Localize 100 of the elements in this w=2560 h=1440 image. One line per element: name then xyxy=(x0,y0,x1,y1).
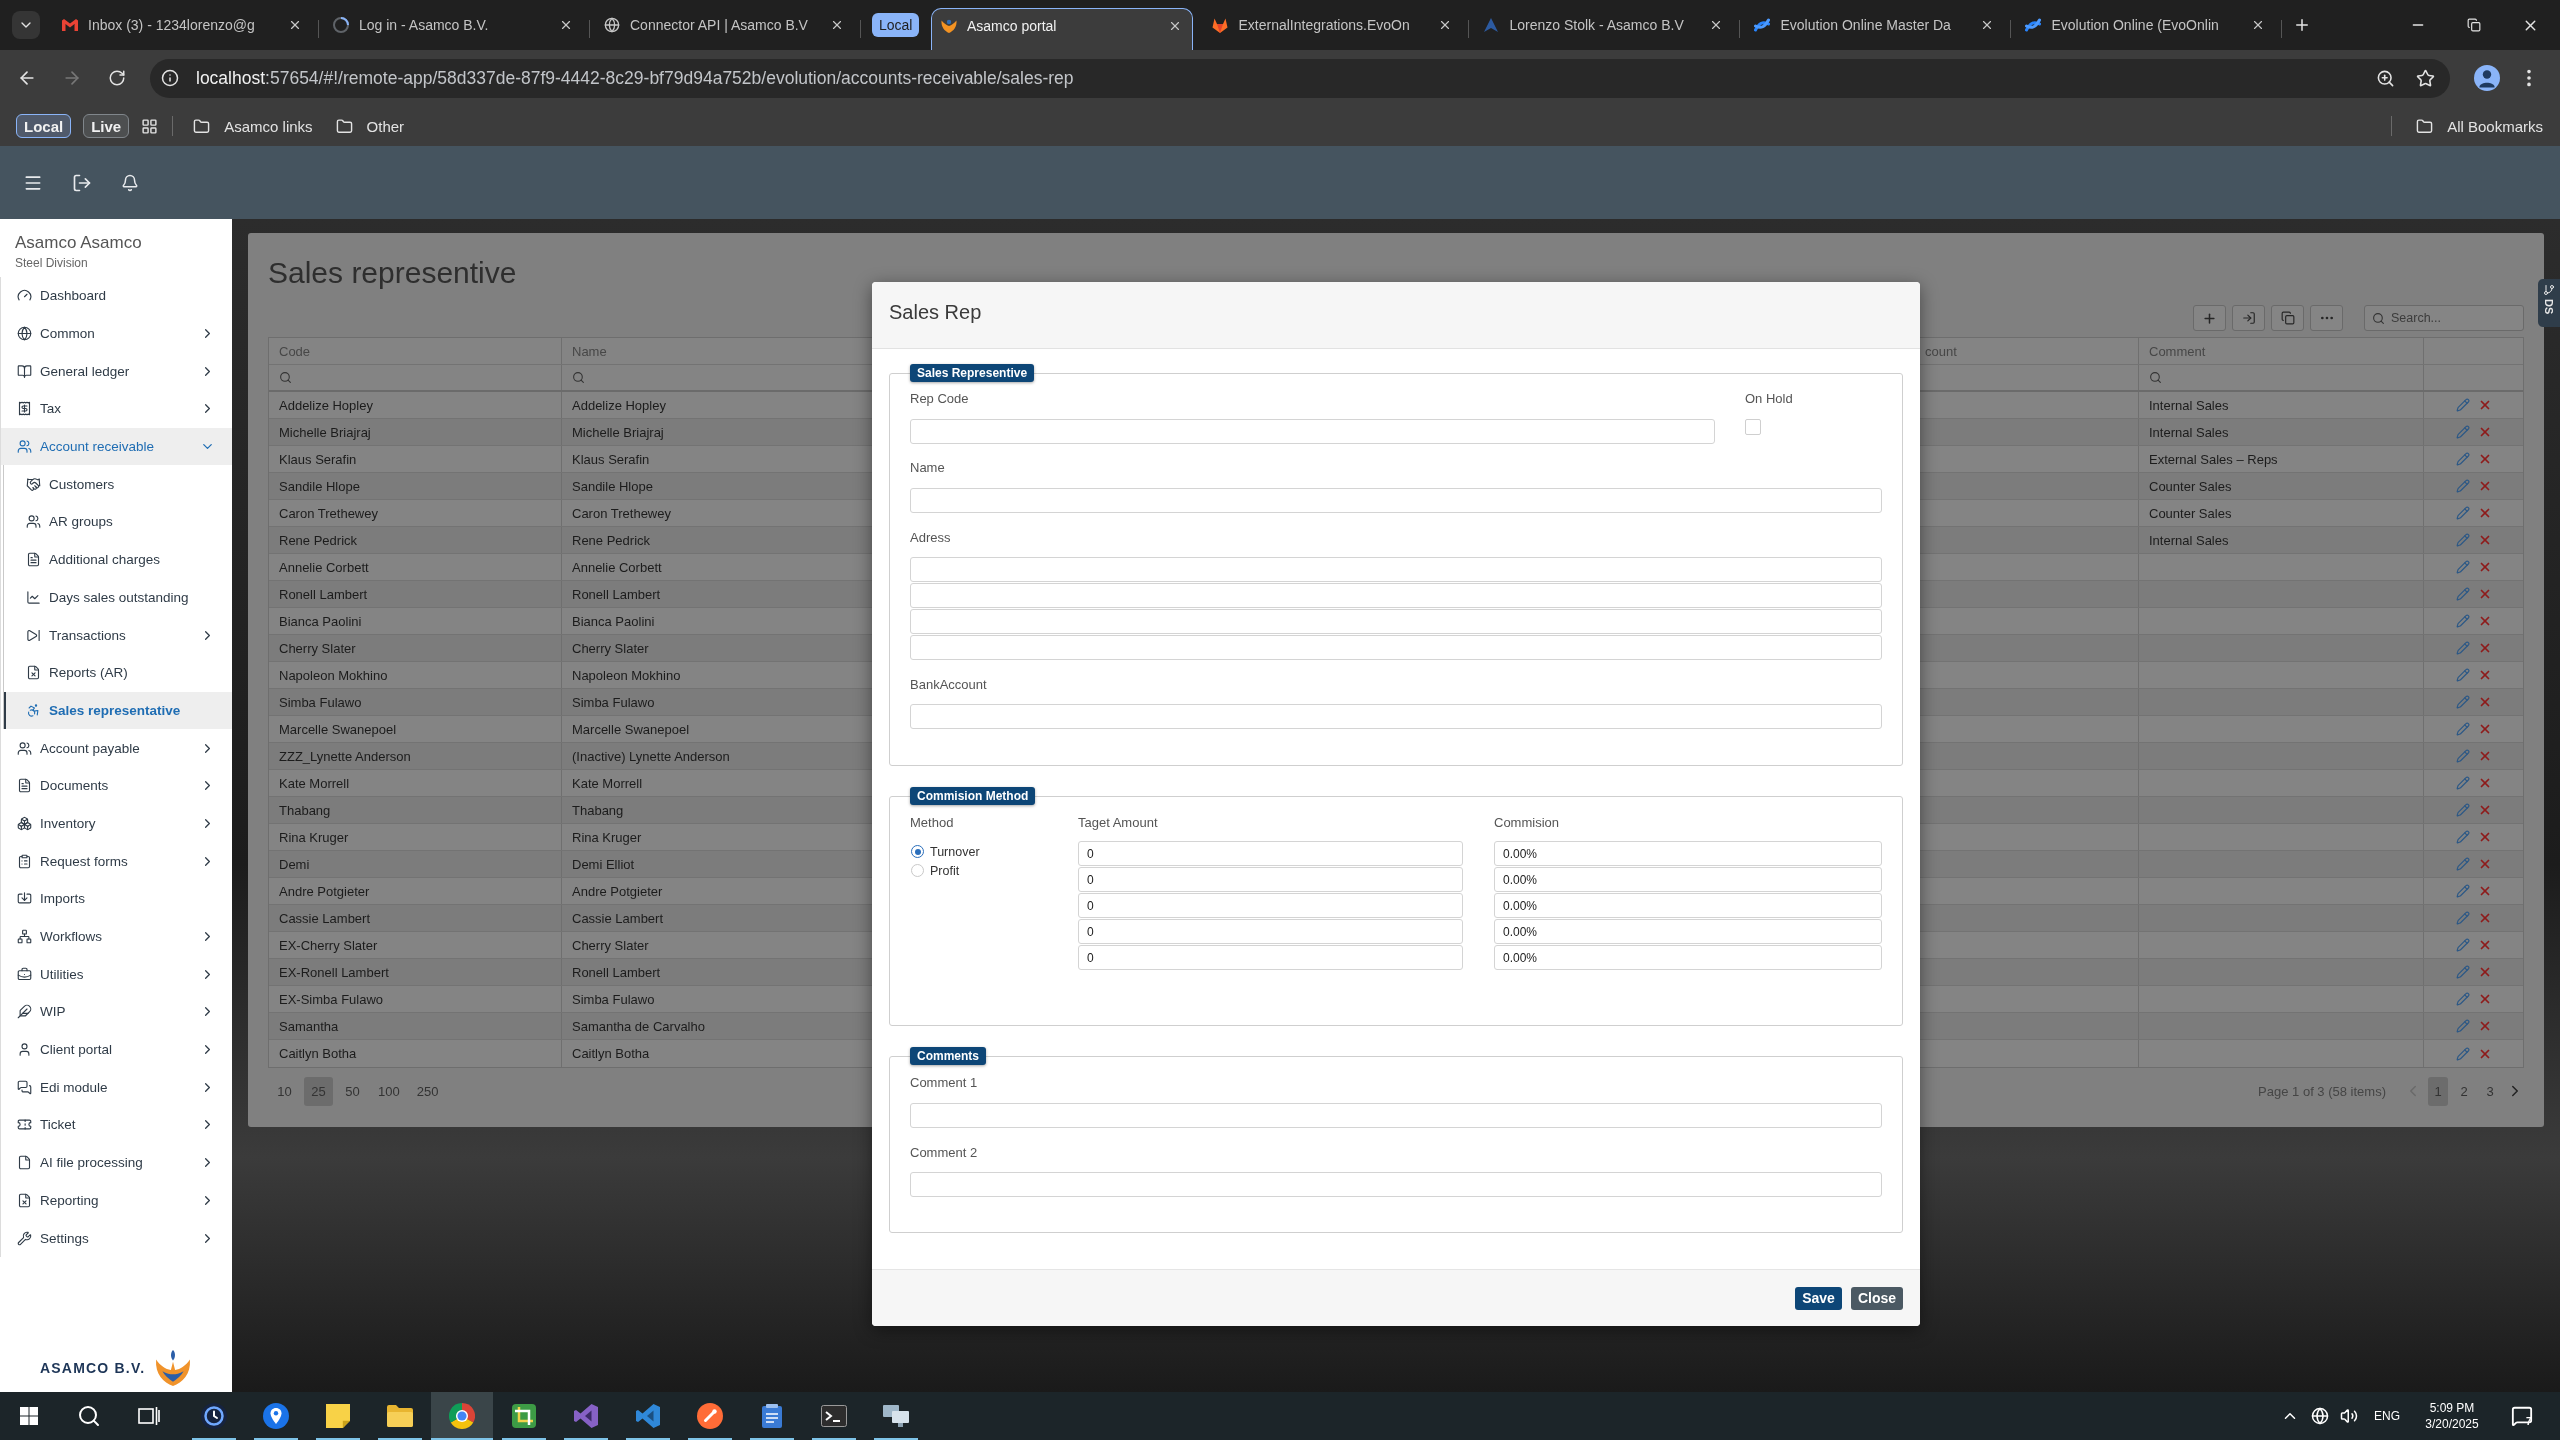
bell-icon[interactable] xyxy=(121,173,139,192)
input-field[interactable] xyxy=(910,488,1882,513)
four-panes-icon[interactable] xyxy=(20,1407,38,1425)
search-field[interactable]: Search... xyxy=(2364,305,2524,331)
logout-icon[interactable] xyxy=(72,172,92,193)
toolbar-button[interactable] xyxy=(2232,305,2265,331)
input-field[interactable]: 0 xyxy=(1078,867,1463,892)
search-icon[interactable] xyxy=(77,1404,101,1428)
nav-item[interactable]: General ledger xyxy=(1,352,232,391)
input-field[interactable]: 0 xyxy=(1078,919,1463,944)
toolbar-button[interactable] xyxy=(2271,305,2304,331)
pencil-icon[interactable] xyxy=(2455,668,2470,682)
pencil-icon[interactable] xyxy=(2455,695,2470,709)
pencil-icon[interactable] xyxy=(2455,614,2470,628)
input-field[interactable]: 0 xyxy=(1078,841,1463,866)
bookmark-folder[interactable]: All Bookmarks xyxy=(2408,112,2551,140)
clock-time[interactable]: 5:09 PM xyxy=(2429,1400,2475,1416)
nav-item[interactable]: Customers xyxy=(4,465,232,504)
pencil-icon[interactable] xyxy=(2455,992,2470,1006)
nav-item[interactable]: Additional charges xyxy=(4,540,232,579)
close-icon[interactable] xyxy=(288,18,302,32)
nav-item[interactable]: Workflows xyxy=(1,917,232,956)
nav-item[interactable]: Common xyxy=(1,314,232,353)
nav-item[interactable]: Imports xyxy=(1,880,232,918)
radio-button[interactable] xyxy=(911,864,924,877)
pencil-icon[interactable] xyxy=(2455,452,2470,466)
pencil-icon[interactable] xyxy=(2455,749,2470,763)
restore-icon[interactable] xyxy=(2467,18,2481,32)
input-field[interactable]: 0.00% xyxy=(1494,945,1882,970)
input-field[interactable] xyxy=(910,557,1882,582)
notification-icon[interactable] xyxy=(2511,1405,2533,1427)
star-icon[interactable] xyxy=(2416,68,2435,88)
saved-group-chip[interactable]: Live xyxy=(83,114,130,138)
pencil-icon[interactable] xyxy=(2455,884,2470,898)
zoom-in-icon[interactable] xyxy=(2376,68,2395,88)
input-field[interactable] xyxy=(910,704,1882,729)
close-button[interactable]: Close xyxy=(1850,1286,1903,1310)
pencil-icon[interactable] xyxy=(2455,803,2470,817)
language-indicator[interactable]: ENG xyxy=(2374,1408,2400,1424)
pencil-icon[interactable] xyxy=(2455,560,2470,574)
pencil-icon[interactable] xyxy=(2455,506,2470,520)
pencil-icon[interactable] xyxy=(2455,938,2470,952)
tab-search-button[interactable] xyxy=(12,11,40,39)
apps-grid-icon[interactable] xyxy=(141,117,159,135)
pencil-icon[interactable] xyxy=(2455,965,2470,979)
input-field[interactable]: 0.00% xyxy=(1494,867,1882,892)
side-tab[interactable]: DS xyxy=(2538,279,2560,327)
info-icon[interactable] xyxy=(161,69,179,87)
nav-item[interactable]: Edi module xyxy=(1,1068,232,1107)
nav-item[interactable]: Inventory xyxy=(1,804,232,843)
toolbar-button[interactable] xyxy=(2193,305,2226,331)
input-field[interactable] xyxy=(910,1172,1882,1197)
pencil-icon[interactable] xyxy=(2455,479,2470,493)
pencil-icon[interactable] xyxy=(2455,776,2470,790)
nav-item[interactable]: Sales representative xyxy=(4,691,232,730)
nav-item[interactable]: AR groups xyxy=(4,503,232,541)
pencil-icon[interactable] xyxy=(2455,1019,2470,1033)
task-view-icon[interactable] xyxy=(138,1406,160,1426)
nav-item[interactable]: Utilities xyxy=(1,955,232,994)
input-field[interactable]: 0 xyxy=(1078,893,1463,918)
input-field[interactable]: 0.00% xyxy=(1494,893,1882,918)
taskbar-button[interactable] xyxy=(431,1392,493,1440)
checkbox[interactable] xyxy=(1745,419,1761,435)
nav-item[interactable]: Reports (AR) xyxy=(4,653,232,692)
nav-item[interactable]: AI file processing xyxy=(1,1143,232,1182)
pencil-icon[interactable] xyxy=(2455,1046,2470,1061)
tab-group-label[interactable]: Local xyxy=(872,13,920,37)
nav-item[interactable]: Days sales outstanding xyxy=(4,578,232,617)
nav-item[interactable]: Tax xyxy=(1,390,232,428)
pencil-icon[interactable] xyxy=(2455,587,2470,601)
nav-item[interactable]: Dashboard xyxy=(1,277,232,315)
nav-item[interactable]: Transactions xyxy=(4,616,232,654)
nav-item[interactable]: Settings xyxy=(1,1219,232,1257)
pencil-icon[interactable] xyxy=(2455,722,2470,736)
nav-item[interactable]: Client portal xyxy=(1,1030,232,1069)
close-icon[interactable] xyxy=(559,18,573,32)
nav-item[interactable]: Documents xyxy=(1,766,232,805)
pencil-icon[interactable] xyxy=(2455,641,2470,655)
input-field[interactable] xyxy=(910,609,1882,634)
clock-date[interactable]: 3/20/2025 xyxy=(2425,1416,2479,1432)
pencil-icon[interactable] xyxy=(2455,398,2470,412)
pencil-icon[interactable] xyxy=(2455,533,2470,547)
save-button[interactable]: Save xyxy=(1795,1286,1842,1310)
input-field[interactable] xyxy=(910,1103,1882,1128)
nav-item[interactable]: Reporting xyxy=(1,1181,232,1220)
input-field[interactable]: 0 xyxy=(1078,945,1463,970)
pencil-icon[interactable] xyxy=(2455,857,2470,871)
speaker-icon[interactable] xyxy=(2340,1407,2358,1425)
profile-avatar-icon[interactable] xyxy=(2474,65,2500,91)
address-bar[interactable]: localhost:57654/#!/remote-app/58d337de-87f9-4442-8c29-bf79d94a752b/evolution/accounts-receivable/sales-rep xyxy=(150,58,2450,98)
nav-item[interactable]: Request forms xyxy=(1,842,232,880)
globe-icon[interactable] xyxy=(2311,1407,2329,1425)
radio-button[interactable] xyxy=(911,845,924,858)
close-icon[interactable] xyxy=(830,18,844,32)
bookmark-folder[interactable]: Other xyxy=(327,112,413,140)
toolbar-button[interactable] xyxy=(2310,305,2343,331)
pencil-icon[interactable] xyxy=(2455,911,2470,925)
nav-item[interactable]: Ticket xyxy=(1,1106,232,1144)
input-field[interactable] xyxy=(910,635,1882,660)
reload-icon[interactable] xyxy=(108,69,126,87)
